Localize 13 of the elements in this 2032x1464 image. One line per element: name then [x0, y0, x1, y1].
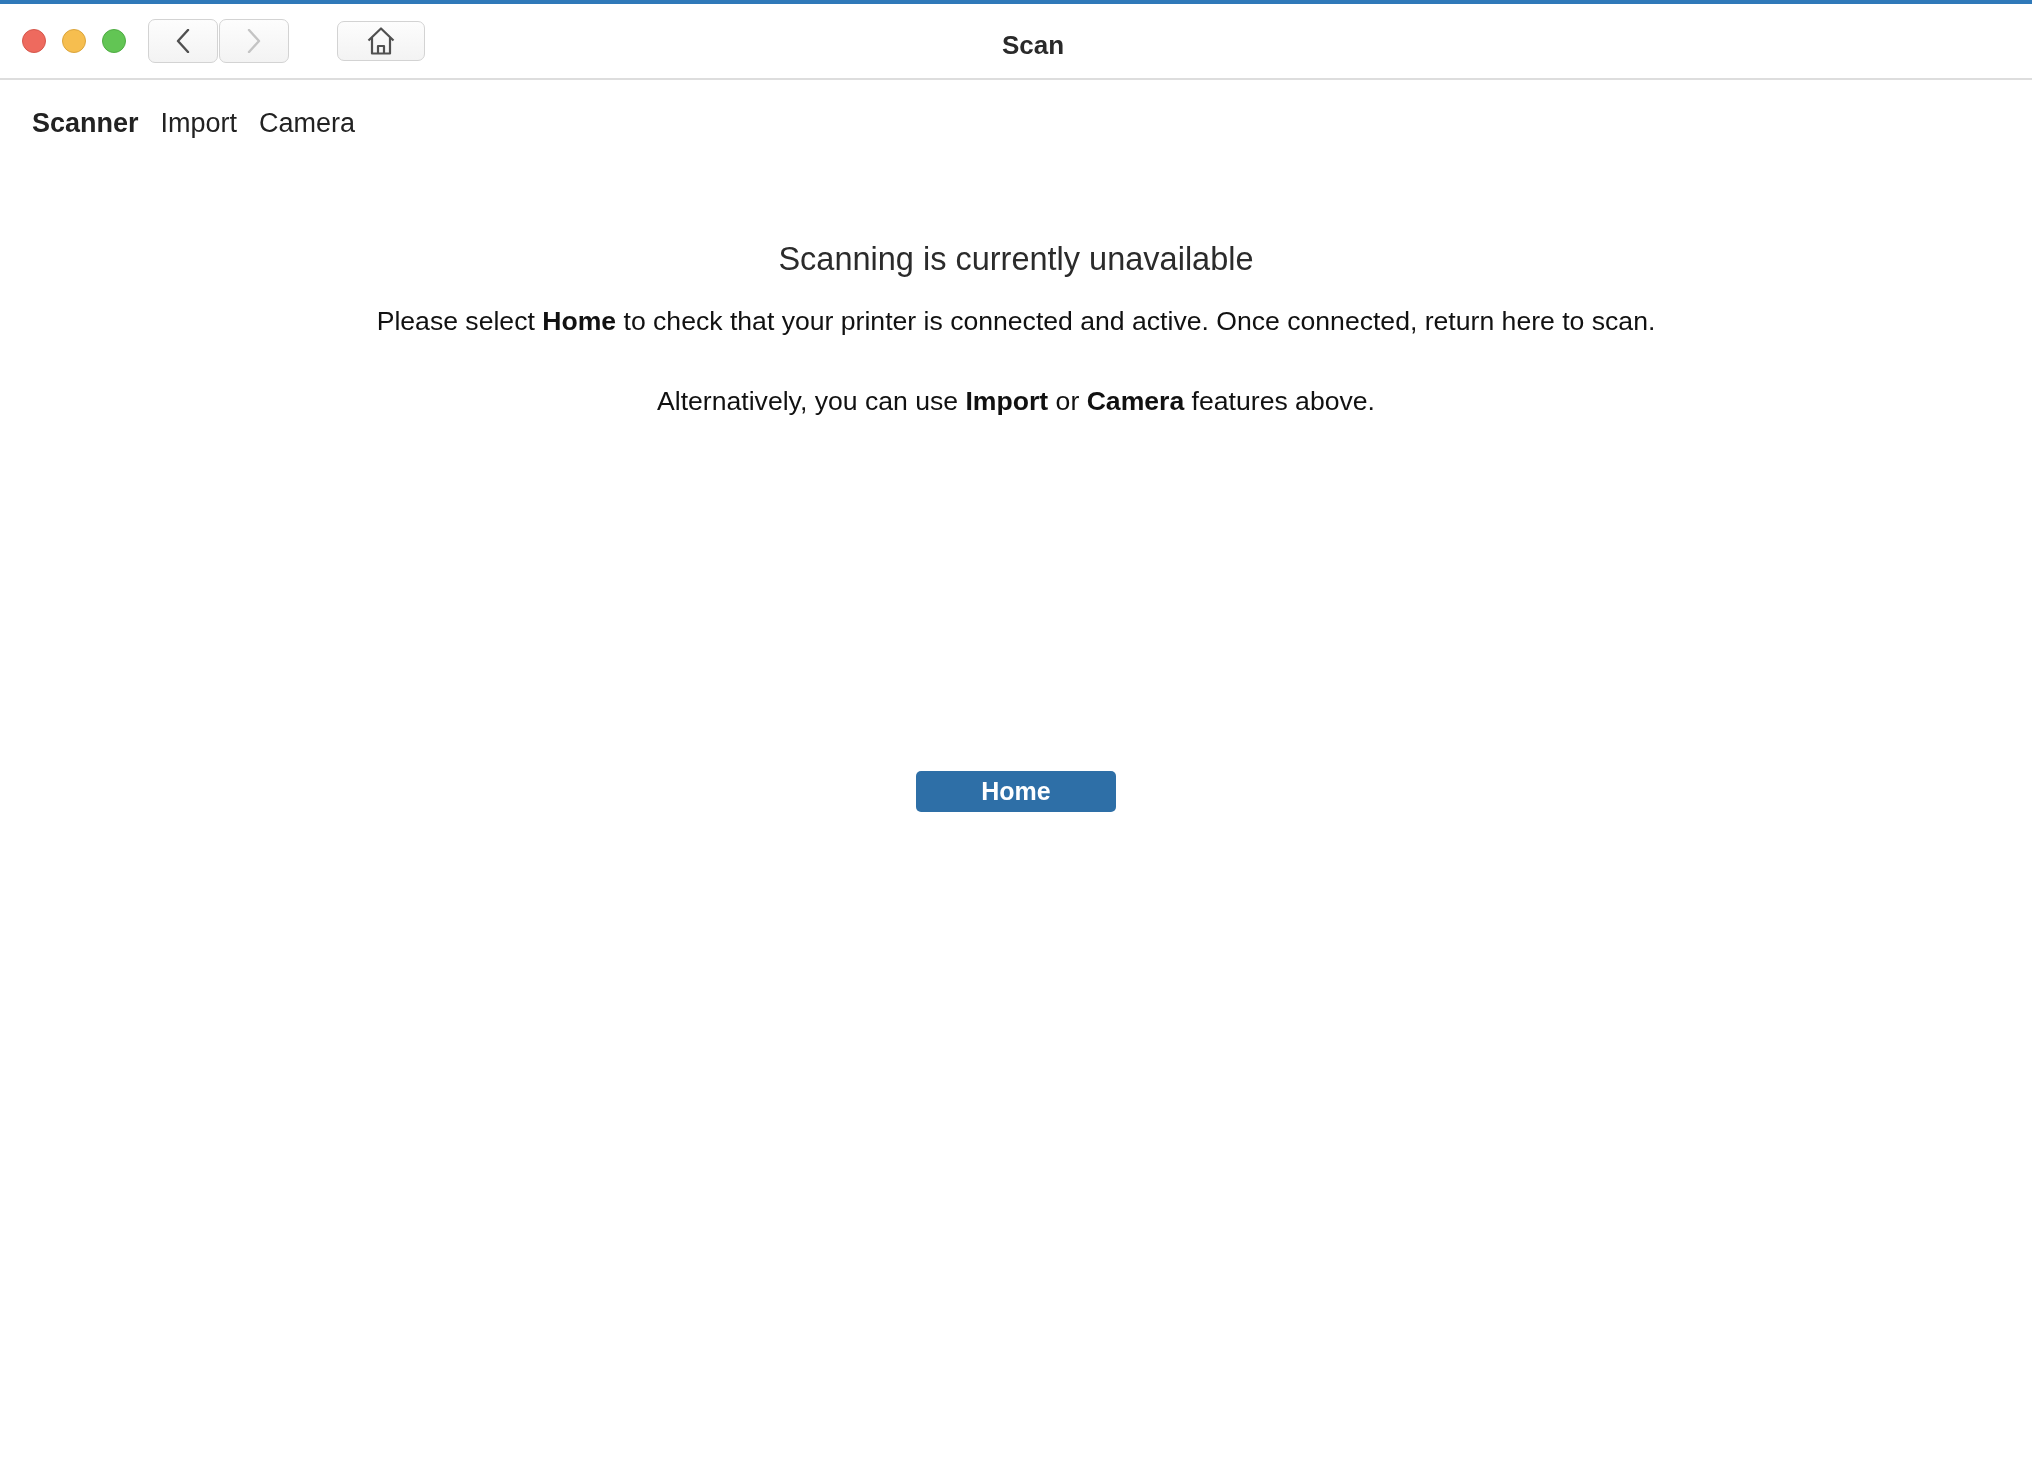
home-button[interactable] [337, 21, 425, 61]
tab[interactable]: Camera [259, 107, 356, 139]
tab[interactable]: Import [160, 107, 238, 139]
zoom-icon[interactable] [102, 29, 126, 53]
window-title: Scan [1001, 29, 1065, 61]
tab[interactable]: Scanner [32, 107, 139, 139]
message-heading: Scanning is currently unavailable [778, 240, 1254, 278]
back-button[interactable] [148, 19, 218, 63]
home-button[interactable]: Home [916, 771, 1116, 812]
message-text: Please select Home to check that your printer is connected and active. Once connected, return here to scan. [376, 305, 1656, 338]
message-text: Alternatively, you can use Import or Camera features above. [657, 385, 1375, 418]
close-icon[interactable] [22, 29, 46, 53]
minimize-icon[interactable] [62, 29, 86, 53]
